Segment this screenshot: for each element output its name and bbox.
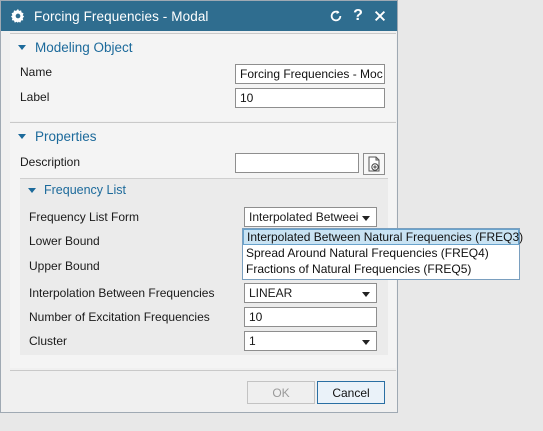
collapse-triangle-icon[interactable] [28, 187, 36, 193]
label-field[interactable]: 10 [235, 88, 385, 108]
collapse-triangle-icon[interactable] [18, 133, 26, 139]
upper-bound-label: Upper Bound [29, 259, 100, 273]
properties-title: Properties [35, 128, 97, 144]
num-excitation-field[interactable]: 10 [244, 307, 377, 327]
collapse-triangle-icon[interactable] [18, 44, 26, 50]
label-label: Label [20, 90, 50, 104]
interpolation-value: LINEAR [249, 286, 293, 300]
chevron-down-icon [362, 292, 370, 297]
frequency-list-form-value: Interpolated Betweei [249, 210, 359, 224]
frequency-list-form-label: Frequency List Form [29, 210, 140, 224]
divider [10, 370, 396, 371]
cluster-value: 1 [249, 334, 256, 348]
title-bar[interactable]: Forcing Frequencies - Modal ? [1, 1, 397, 31]
attach-icon[interactable] [363, 153, 385, 175]
modeling-object-header[interactable]: Modeling Object [10, 34, 396, 60]
name-field[interactable]: Forcing Frequencies - Moc [235, 64, 385, 84]
help-icon[interactable]: ? [349, 7, 367, 25]
ok-button[interactable]: OK [247, 381, 315, 404]
frequency-list-form-select[interactable]: Interpolated Betweei [244, 207, 377, 227]
chevron-down-icon [362, 216, 370, 221]
name-label: Name [20, 65, 53, 79]
interpolation-label: Interpolation Between Frequencies [29, 286, 215, 300]
frequency-list-title: Frequency List [44, 183, 126, 197]
modeling-object-title: Modeling Object [35, 39, 133, 55]
dropdown-option-freq3[interactable]: Interpolated Between Natural Frequencies… [243, 229, 523, 245]
forcing-frequencies-dialog: Forcing Frequencies - Modal ? Modeling O… [0, 0, 398, 413]
interpolation-select[interactable]: LINEAR [244, 283, 377, 303]
lower-bound-label: Lower Bound [29, 234, 100, 248]
cluster-select[interactable]: 1 [244, 331, 377, 351]
cluster-label: Cluster [29, 334, 68, 348]
reset-icon[interactable] [327, 7, 345, 25]
num-excitation-label: Number of Excitation Frequencies [29, 310, 210, 324]
cancel-button[interactable]: Cancel [317, 381, 385, 404]
dropdown-option-freq4[interactable]: Spread Around Natural Frequencies (FREQ4… [243, 245, 519, 261]
frequency-list-header[interactable]: Frequency List [20, 179, 388, 201]
properties-header[interactable]: Properties [10, 123, 396, 149]
chevron-down-icon [362, 340, 370, 345]
description-label: Description [20, 155, 81, 169]
dropdown-option-freq5[interactable]: Fractions of Natural Frequencies (FREQ5) [243, 261, 519, 277]
window-title: Forcing Frequencies - Modal [34, 8, 209, 24]
close-icon[interactable] [371, 7, 389, 25]
description-field[interactable] [235, 153, 359, 173]
gear-icon[interactable] [11, 9, 25, 23]
frequency-list-form-dropdown: Interpolated Between Natural Frequencies… [242, 228, 523, 280]
